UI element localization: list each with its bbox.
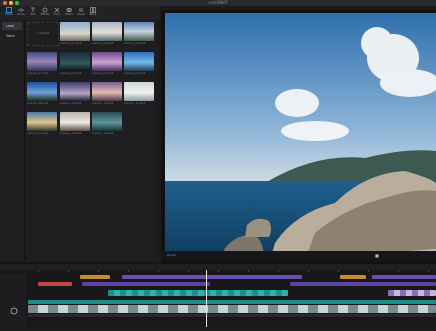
import-media-button[interactable]: + Import — [27, 22, 59, 46]
import-label: + Import — [36, 31, 50, 35]
timeline-clip[interactable] — [290, 282, 436, 286]
track-headers — [0, 274, 26, 327]
playhead[interactable] — [206, 270, 207, 327]
media-thumbnail[interactable]: scenery_13.mp4 — [60, 112, 90, 135]
timeline-clip[interactable] — [388, 290, 436, 296]
media-thumbnail[interactable]: scenery_12.mp4 — [27, 112, 57, 135]
media-thumbnail[interactable]: scenery_04.mp4 — [27, 52, 57, 75]
timeline-clip[interactable] — [80, 275, 110, 279]
media-thumbnail[interactable]: scenery_07.mp4 — [124, 52, 154, 75]
tool-text[interactable]: Text — [28, 7, 38, 19]
gear-icon[interactable] — [10, 307, 18, 315]
preview-frame — [165, 13, 436, 260]
timeline-clip[interactable] — [28, 300, 436, 304]
media-thumbnail[interactable]: scenery_01.mp4 — [60, 22, 90, 45]
media-thumbnail[interactable]: scenery_14.mp4 — [92, 112, 122, 135]
track-header-icons — [10, 307, 18, 315]
sidebar-item-local[interactable]: Local — [2, 22, 22, 30]
media-browser: + Import scenery_01.mp4 scenery_02.mp4 s… — [25, 20, 158, 260]
sidebar-item-stock[interactable]: Stock — [2, 32, 22, 40]
timeline-clip[interactable] — [340, 275, 366, 279]
media-thumbnail[interactable]: scenery_09.mp4 — [60, 82, 90, 105]
tool-effects[interactable]: Effects — [40, 7, 50, 19]
media-thumbnail[interactable]: scenery_02.mp4 — [92, 22, 122, 45]
main-video-track[interactable] — [28, 305, 436, 313]
audio-track[interactable] — [28, 314, 436, 317]
tool-audio[interactable]: Audio — [16, 7, 26, 19]
tool-media[interactable]: Media — [4, 7, 14, 19]
tool-adjust[interactable]: Adjust — [76, 7, 86, 19]
tool-filters[interactable]: Filters — [64, 7, 74, 19]
timeline-clip[interactable] — [82, 282, 210, 286]
timeline-clip[interactable] — [38, 282, 72, 286]
preview-viewer[interactable] — [161, 10, 436, 264]
viewer-controls: 00:00 ■ — [161, 251, 436, 261]
time-ruler[interactable] — [28, 270, 436, 274]
media-toolbar: Media Audio Text Effects Trans Filters A… — [0, 6, 160, 20]
media-source-sidebar: Local Stock — [0, 20, 25, 260]
timeline-clip[interactable] — [108, 290, 288, 296]
viewer-timecode: 00:00 — [167, 253, 176, 257]
timeline-clip[interactable] — [372, 275, 436, 279]
media-thumbnail[interactable]: scenery_05.mp4 — [60, 52, 90, 75]
tool-templates[interactable]: Temp — [88, 7, 98, 19]
timeline-clip[interactable] — [122, 275, 302, 279]
media-thumbnail[interactable]: scenery_06.mp4 — [92, 52, 122, 75]
media-thumbnail[interactable]: scenery_10.mp4 — [92, 82, 122, 105]
media-thumbnail[interactable]: scenery_08.mp4 — [27, 82, 57, 105]
media-thumbnail[interactable]: scenery_03.mp4 — [124, 22, 154, 45]
timeline[interactable] — [0, 270, 436, 327]
stop-icon[interactable]: ■ — [375, 253, 379, 258]
media-thumbnail[interactable]: scenery_11.mp4 — [124, 82, 154, 105]
tool-transitions[interactable]: Trans — [52, 7, 62, 19]
